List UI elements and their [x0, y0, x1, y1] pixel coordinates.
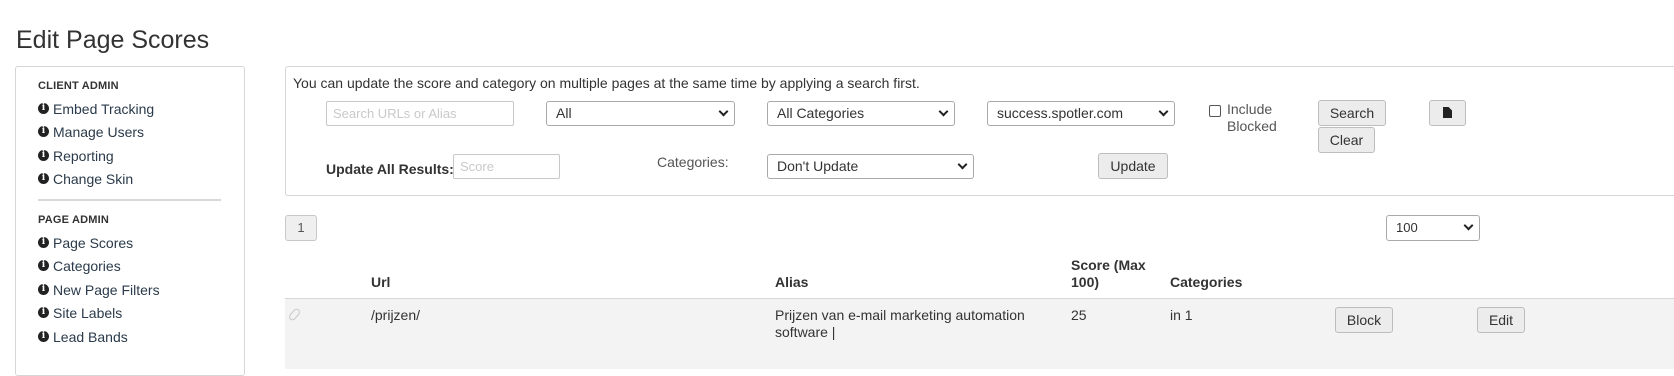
domain-select[interactable]: success.spotler.com: [987, 101, 1175, 126]
info-icon: i: [38, 172, 49, 184]
info-icon: i: [38, 283, 49, 295]
alias-column-header[interactable]: Alias: [775, 274, 808, 290]
sidebar-item-new-page-filters[interactable]: i New Page Filters: [38, 282, 160, 298]
page-1-button[interactable]: 1: [285, 215, 317, 241]
filter-select-value: All: [556, 105, 572, 121]
domain-select-value: success.spotler.com: [997, 105, 1124, 121]
sidebar-item-change-skin[interactable]: i Change Skin: [38, 171, 133, 187]
per-page-select[interactable]: 100: [1386, 215, 1480, 241]
page-title: Edit Page Scores: [16, 26, 210, 54]
score-column-header-line1[interactable]: Score (Max: [1071, 257, 1146, 273]
category-select-value: All Categories: [777, 105, 865, 121]
panel-intro-text: You can update the score and category on…: [293, 75, 920, 91]
clear-button[interactable]: Clear: [1318, 127, 1375, 153]
search-panel: You can update the score and category on…: [285, 66, 1674, 196]
update-category-select[interactable]: Don't Update: [767, 154, 974, 179]
sidebar-item-reporting[interactable]: i Reporting: [38, 148, 114, 164]
info-icon: i: [38, 330, 49, 342]
admin-sidebar: CLIENT ADMIN i Embed Tracking i Manage U…: [15, 66, 245, 376]
search-button[interactable]: Search: [1318, 100, 1386, 126]
info-icon: i: [38, 125, 49, 137]
info-icon: i: [38, 236, 49, 248]
search-input[interactable]: [326, 101, 514, 126]
sidebar-item-site-labels[interactable]: i Site Labels: [38, 305, 122, 321]
sidebar-item-label: Reporting: [53, 148, 114, 164]
row-score: 25: [1071, 307, 1087, 323]
row-url[interactable]: /prijzen/: [371, 307, 420, 323]
row-alias-line2: software |: [775, 324, 836, 340]
document-icon: [1443, 107, 1452, 118]
update-all-label: Update All Results:: [326, 161, 454, 177]
block-button[interactable]: Block: [1335, 307, 1393, 333]
sidebar-item-categories[interactable]: i Categories: [38, 258, 121, 274]
categories-column-header[interactable]: Categories: [1170, 274, 1242, 290]
update-category-select-value: Don't Update: [777, 158, 859, 174]
sidebar-item-label: New Page Filters: [53, 282, 160, 298]
sidebar-item-embed-tracking[interactable]: i Embed Tracking: [38, 101, 154, 117]
filter-select[interactable]: All: [546, 101, 735, 126]
url-column-header[interactable]: Url: [371, 274, 390, 290]
include-blocked-checkbox[interactable]: [1209, 105, 1221, 117]
info-icon: i: [38, 259, 49, 271]
info-icon: i: [38, 149, 49, 161]
sidebar-item-page-scores[interactable]: i Page Scores: [38, 235, 133, 251]
score-input[interactable]: [453, 154, 560, 179]
sidebar-item-label: Change Skin: [53, 171, 134, 187]
row-alias-line1: Prijzen van e-mail marketing automation: [775, 307, 1025, 323]
sidebar-item-label: Categories: [53, 258, 121, 274]
page-admin-heading: PAGE ADMIN: [38, 214, 110, 226]
category-select[interactable]: All Categories: [767, 101, 955, 126]
sidebar-divider: [38, 199, 221, 201]
export-button[interactable]: [1429, 100, 1466, 126]
info-icon: i: [38, 306, 49, 318]
include-blocked-label-line1: Include: [1227, 101, 1273, 117]
categories-label: Categories:: [657, 154, 729, 170]
sidebar-item-label: Manage Users: [53, 124, 145, 140]
chevron-down-icon: [957, 159, 968, 170]
score-column-header-line2[interactable]: 100): [1071, 274, 1099, 290]
row-categories: in 1: [1170, 307, 1193, 323]
client-admin-heading: CLIENT ADMIN: [38, 80, 119, 92]
sidebar-item-label: Embed Tracking: [53, 101, 155, 117]
include-blocked-label-line2: Blocked: [1227, 118, 1277, 134]
sidebar-item-label: Lead Bands: [53, 329, 128, 345]
sidebar-item-lead-bands[interactable]: i Lead Bands: [38, 329, 128, 345]
chevron-down-icon: [1463, 220, 1474, 231]
edit-button[interactable]: Edit: [1477, 307, 1525, 333]
update-button[interactable]: Update: [1098, 153, 1168, 179]
chevron-down-icon: [1158, 106, 1169, 117]
sidebar-item-label: Page Scores: [53, 235, 134, 251]
sidebar-item-manage-users[interactable]: i Manage Users: [38, 124, 144, 140]
info-icon: i: [38, 102, 49, 114]
per-page-select-value: 100: [1396, 220, 1418, 235]
chevron-down-icon: [938, 106, 949, 117]
sidebar-item-label: Site Labels: [53, 305, 123, 321]
chevron-down-icon: [718, 106, 729, 117]
